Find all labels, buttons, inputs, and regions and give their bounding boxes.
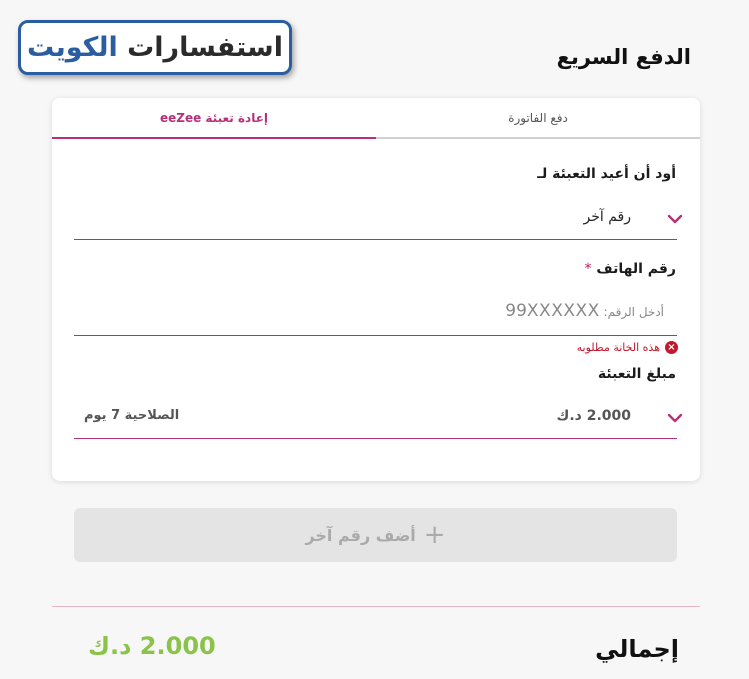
tab-eezee-refill[interactable]: إعادة تعبئة eeZee	[52, 98, 376, 139]
payment-card: دفع الفاتورة إعادة تعبئة eeZee أود أن أع…	[52, 98, 700, 481]
phone-input[interactable]	[74, 291, 664, 333]
watermark-logo: استفسارات الكويت	[18, 20, 292, 75]
amount-select[interactable]: 2.000 د.ك الصلاحية 7 يوم	[74, 398, 683, 439]
watermark-text-part1: استفسارات	[127, 32, 283, 63]
phone-label-text: رقم الهاتف	[596, 261, 676, 277]
phone-field: أدخل الرقم: 99XXXXXX	[74, 291, 677, 336]
phone-label: رقم الهاتف *	[585, 261, 676, 277]
amount-label: مبلغ التعبئة	[597, 366, 676, 382]
required-mark: *	[584, 261, 592, 277]
tab-bar: دفع الفاتورة إعادة تعبئة eeZee	[52, 98, 700, 139]
tab-bill-payment[interactable]: دفع الفاتورة	[376, 98, 700, 139]
total-value: 2.000 د.ك	[88, 632, 216, 660]
refill-for-label: أود أن أعيد التعبئة لـ	[537, 166, 676, 182]
error-icon: ×	[665, 341, 678, 354]
add-number-label: أضف رقم آخر	[305, 525, 416, 545]
add-number-button[interactable]: + أضف رقم آخر	[74, 508, 677, 562]
phone-error: × هذه الخانة مطلوبه	[577, 341, 678, 354]
divider	[52, 606, 700, 607]
amount-value: 2.000 د.ك	[556, 408, 631, 424]
watermark-text-part2: الكويت	[27, 32, 118, 63]
page-title: الدفع السريع	[556, 45, 691, 69]
phone-error-text: هذه الخانة مطلوبه	[576, 341, 660, 354]
validity-text: الصلاحية 7 يوم	[84, 408, 180, 423]
plus-icon: +	[423, 520, 446, 550]
refill-for-value: رقم آخر	[583, 209, 632, 225]
total-label: إجمالي	[595, 635, 679, 663]
refill-for-select[interactable]: رقم آخر	[74, 199, 683, 240]
